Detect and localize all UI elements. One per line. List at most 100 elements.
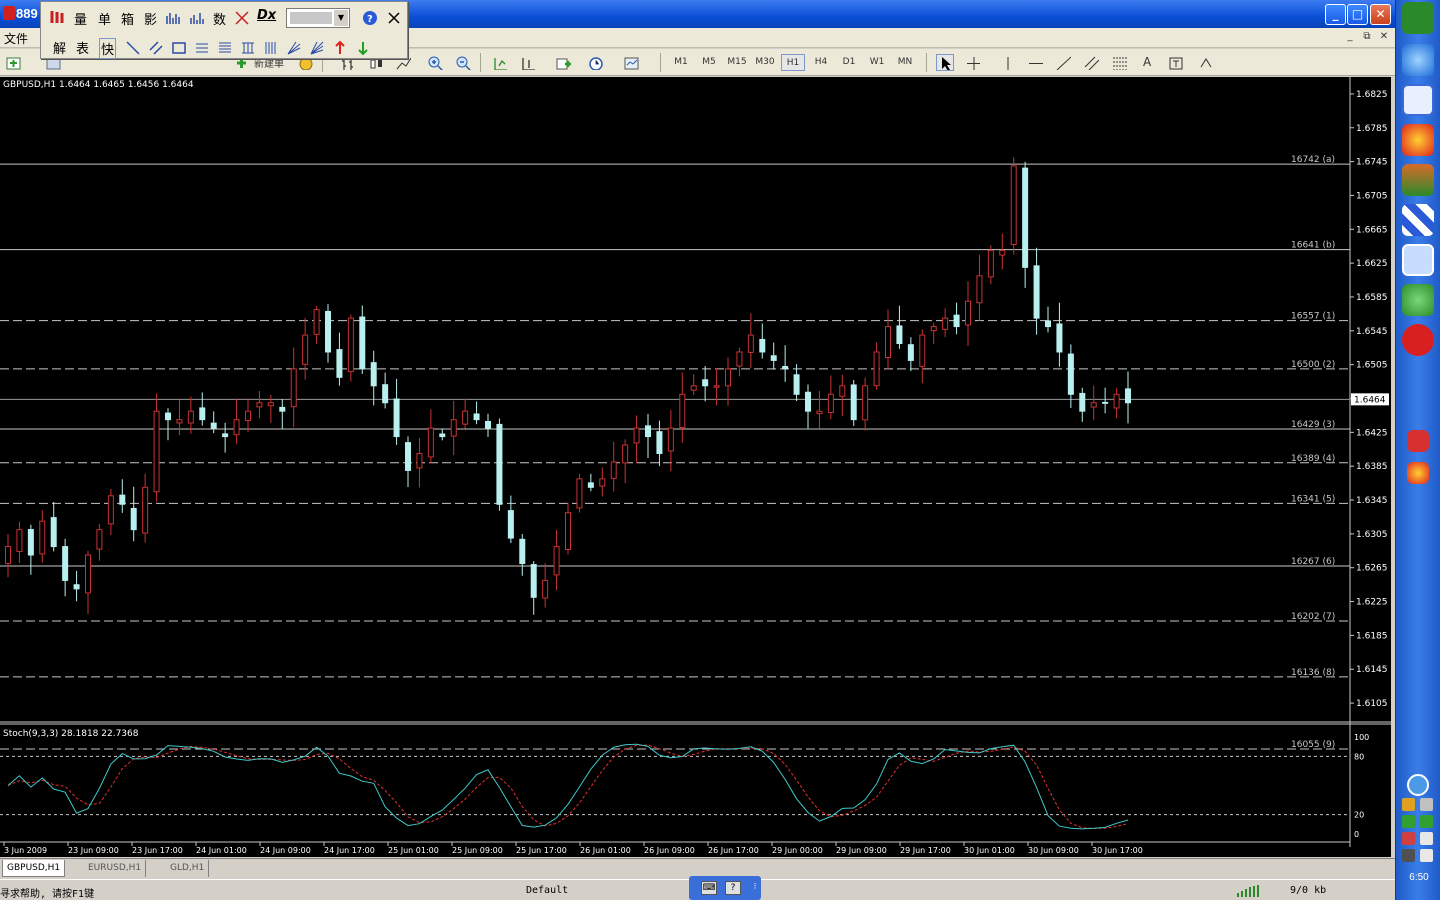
candles-tool-icon[interactable]	[49, 9, 65, 25]
gann-grid-icon[interactable]	[240, 40, 256, 56]
cursor-icon[interactable]	[936, 54, 954, 71]
start-icon[interactable]	[1402, 2, 1434, 34]
fibo-tool-icon[interactable]	[194, 40, 210, 56]
ime-menu-icon[interactable]: ⁝	[747, 881, 763, 895]
tray-icon-f[interactable]	[1420, 849, 1433, 862]
timeframe-m30-button[interactable]: M30	[753, 54, 777, 71]
window-icon[interactable]	[1402, 244, 1434, 276]
candle-body	[667, 427, 674, 452]
tray-app-icon-1[interactable]	[1407, 430, 1429, 452]
histogram-icon[interactable]	[189, 10, 205, 26]
ft-button-8[interactable]: 快	[99, 38, 117, 59]
trendline-icon[interactable]	[1054, 54, 1072, 71]
pitchfork-icon[interactable]	[286, 40, 302, 56]
fibonacci-icon[interactable]	[1110, 54, 1128, 71]
stoch-signal-line	[7, 744, 1129, 830]
ft-button-4[interactable]: 影	[144, 9, 157, 28]
candle-body	[359, 316, 366, 370]
arrow-up-icon[interactable]	[332, 40, 348, 56]
arrow-down-icon[interactable]	[355, 40, 371, 56]
timeframe-m15-button[interactable]: M15	[725, 54, 749, 71]
ft-button-6[interactable]: 解	[53, 38, 66, 57]
price-axis-label: 1.6705	[1356, 191, 1388, 201]
time-axis-label: 25 Jun 17:00	[516, 846, 567, 855]
tab-gbpusd[interactable]: GBPUSD,H1	[2, 860, 66, 877]
candle-body	[713, 385, 720, 388]
tray-app-icon-2[interactable]	[1407, 462, 1429, 484]
mdi-restore-button[interactable]: ⧉	[1360, 30, 1374, 44]
indicators-icon[interactable]	[554, 54, 572, 71]
auto-scroll-icon[interactable]	[490, 54, 508, 71]
browser-icon[interactable]	[1402, 44, 1434, 76]
close-button[interactable]: ✕	[1370, 4, 1391, 25]
ime-help-icon[interactable]: ?	[725, 881, 741, 895]
help-icon[interactable]: ?	[362, 10, 378, 26]
text-tool-button[interactable]: A	[1143, 55, 1151, 69]
rectangle-tool-icon[interactable]	[171, 40, 187, 56]
periods-icon[interactable]	[586, 54, 604, 71]
timeframe-h4-button[interactable]: H4	[809, 54, 833, 71]
ft-button-7[interactable]: 表	[76, 38, 89, 57]
timeframe-d1-button[interactable]: D1	[837, 54, 861, 71]
collapse-tray-icon[interactable]	[1407, 774, 1429, 796]
download-icon[interactable]	[1420, 798, 1433, 811]
chart-shift-icon[interactable]	[518, 54, 536, 71]
media-icon[interactable]	[1402, 124, 1434, 156]
messenger-icon[interactable]	[1402, 284, 1434, 316]
line-width-dropdown[interactable]: ▼	[286, 8, 350, 28]
timeframe-mn-button[interactable]: MN	[893, 54, 917, 71]
timeframe-m1-button[interactable]: M1	[669, 54, 693, 71]
cycle-lines-icon[interactable]	[263, 40, 279, 56]
tools-icon[interactable]	[1402, 164, 1434, 196]
chart-window[interactable]: 1.6825 1.6785 1.6745 1.6705 1.6665 1.6625 1.65…	[0, 77, 1391, 857]
maximize-button[interactable]: □	[1347, 4, 1368, 25]
crosshair-icon[interactable]	[964, 54, 982, 71]
text-label-icon[interactable]	[1166, 54, 1184, 71]
candle-body	[370, 362, 377, 387]
zoom-in-icon[interactable]	[426, 54, 444, 71]
floating-close-icon[interactable]	[386, 10, 402, 26]
tab-eurusd[interactable]: EURUSD,H1	[84, 860, 147, 877]
tray-icon-b[interactable]	[1420, 815, 1433, 828]
volume-bars-icon[interactable]	[165, 10, 181, 26]
dx-button[interactable]: Dx	[257, 8, 276, 23]
channel-tool-icon[interactable]	[148, 40, 164, 56]
tray-icon-e[interactable]	[1402, 849, 1415, 862]
trend-tool-icon[interactable]	[125, 40, 141, 56]
ft-button-2[interactable]: 单	[98, 9, 111, 28]
timeframe-m5-button[interactable]: M5	[697, 54, 721, 71]
tray-icon-a[interactable]	[1402, 815, 1415, 828]
mdi-minimize-button[interactable]: _	[1343, 30, 1357, 44]
ft-button-1[interactable]: 量	[74, 9, 87, 28]
mdi-close-button[interactable]: ✕	[1377, 30, 1391, 44]
ft-button-5[interactable]: 数	[213, 9, 226, 28]
office-icon[interactable]	[1402, 324, 1434, 356]
chart-symbol-info: GBPUSD,H1 1.6464 1.6465 1.6456 1.6464	[3, 80, 194, 90]
fan-tool-icon[interactable]	[309, 40, 325, 56]
checker-icon[interactable]	[1402, 204, 1434, 236]
candle-body	[279, 406, 286, 412]
tray-icon-c[interactable]	[1402, 832, 1415, 845]
timeframe-w1-button[interactable]: W1	[865, 54, 889, 71]
vertical-line-icon[interactable]	[998, 54, 1016, 71]
desktop-icon[interactable]	[1402, 84, 1434, 116]
tray-icon-d[interactable]	[1420, 832, 1433, 845]
candle-body	[245, 410, 251, 421]
cross-tool-icon[interactable]	[234, 10, 250, 26]
templates-icon[interactable]	[622, 54, 640, 71]
horizontal-line-icon[interactable]	[1026, 54, 1044, 71]
tab-gld[interactable]: GLD,H1	[166, 860, 210, 877]
arrows-icon[interactable]	[1196, 54, 1214, 71]
qq-icon[interactable]	[1402, 798, 1415, 811]
chart-canvas[interactable]: 1.6825 1.6785 1.6745 1.6705 1.6665 1.6625 1.65…	[0, 77, 1391, 857]
fibo-expansion-icon[interactable]	[217, 40, 233, 56]
ft-button-3[interactable]: 箱	[121, 9, 134, 28]
zoom-out-icon[interactable]	[454, 54, 472, 71]
timeframe-h1-button[interactable]: H1	[781, 54, 805, 71]
time-axis-label: 23 Jun 09:00	[68, 846, 119, 855]
minimize-button[interactable]: _	[1325, 4, 1346, 25]
new-chart-icon[interactable]	[4, 54, 22, 71]
channel-icon[interactable]	[1082, 54, 1100, 71]
menu-file[interactable]: 文件	[4, 30, 28, 47]
keyboard-icon[interactable]: ⌨	[701, 881, 717, 895]
